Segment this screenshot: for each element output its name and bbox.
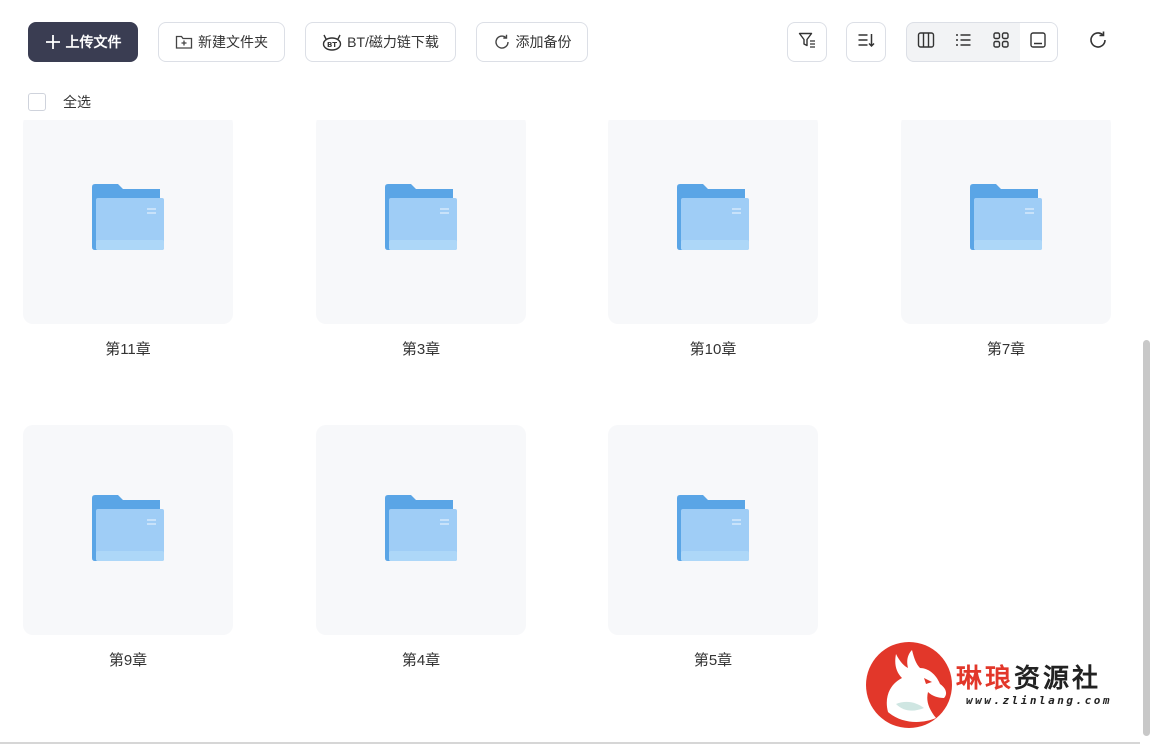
folder-name[interactable]: 第10章 — [608, 338, 818, 359]
list-icon — [954, 31, 972, 54]
toolbar: 上传文件 新建文件夹 BT BT/磁力链下载 添加备份 — [0, 0, 1152, 84]
columns-icon — [917, 31, 935, 54]
folder-icon — [92, 494, 164, 566]
folder-icon — [385, 183, 457, 255]
column-view-button[interactable] — [907, 23, 945, 61]
select-all[interactable]: 全选 — [28, 92, 91, 112]
grid-icon — [992, 31, 1010, 54]
folder-name[interactable]: 第11章 — [23, 338, 233, 359]
folder-thumbnail — [316, 425, 526, 635]
view-mode-group — [906, 22, 1058, 62]
watermark-title-red: 琳琅 — [956, 664, 1015, 694]
folder-icon — [677, 183, 749, 255]
folder-thumbnail — [608, 425, 818, 635]
watermark-title: 琳琅资源社 — [956, 658, 1101, 695]
folder-icon — [970, 183, 1042, 255]
sort-button[interactable] — [846, 22, 886, 62]
folder-card[interactable]: 第9章 — [23, 425, 233, 670]
refresh-icon — [1087, 29, 1109, 56]
watermark: 琳琅资源社 www.zlinlang.com — [866, 642, 1136, 728]
grid-view-button[interactable] — [982, 23, 1020, 61]
folder-thumbnail — [901, 120, 1111, 324]
new-folder-button[interactable]: 新建文件夹 — [158, 22, 285, 62]
folder-name[interactable]: 第3章 — [316, 338, 526, 359]
vertical-scrollbar[interactable] — [1143, 340, 1150, 736]
upload-label: 上传文件 — [65, 34, 122, 50]
folder-icon — [92, 183, 164, 255]
new-folder-label: 新建文件夹 — [198, 34, 268, 50]
plus-icon — [45, 34, 61, 50]
folder-icon — [677, 494, 749, 566]
folder-thumbnail — [316, 120, 526, 324]
bt-download-button[interactable]: BT BT/磁力链下载 — [305, 22, 456, 62]
sync-icon — [493, 33, 511, 51]
select-all-checkbox[interactable] — [28, 93, 46, 111]
preview-icon — [1029, 31, 1047, 54]
folder-thumbnail — [608, 120, 818, 324]
upload-button[interactable]: 上传文件 — [28, 22, 138, 62]
folder-icon — [385, 494, 457, 566]
folder-name[interactable]: 第9章 — [23, 649, 233, 670]
folder-thumbnail — [23, 425, 233, 635]
folder-card[interactable]: 第11章 — [23, 120, 233, 359]
filter-icon — [797, 30, 817, 55]
folder-card[interactable]: 第4章 — [316, 425, 526, 670]
preview-view-button[interactable] — [1019, 23, 1057, 61]
folder-card[interactable]: 第5章 — [608, 425, 818, 670]
bt-download-label: BT/磁力链下载 — [347, 34, 439, 50]
sort-icon — [856, 30, 876, 55]
add-backup-label: 添加备份 — [515, 34, 572, 50]
refresh-button[interactable] — [1084, 28, 1112, 56]
folder-name[interactable]: 第7章 — [901, 338, 1111, 359]
watermark-title-dark: 资源社 — [1014, 664, 1102, 694]
filter-button[interactable] — [787, 22, 827, 62]
watermark-url: www.zlinlang.com — [966, 694, 1112, 707]
folder-card[interactable]: 第10章 — [608, 120, 818, 359]
folder-thumbnail — [23, 120, 233, 324]
folder-name[interactable]: 第4章 — [316, 649, 526, 670]
list-view-button[interactable] — [945, 23, 983, 61]
select-all-label: 全选 — [63, 94, 91, 110]
add-backup-button[interactable]: 添加备份 — [476, 22, 588, 62]
dragon-logo-icon — [866, 642, 952, 728]
folder-card[interactable]: 第3章 — [316, 120, 526, 359]
folder-card[interactable]: 第7章 — [901, 120, 1111, 359]
folder-name[interactable]: 第5章 — [608, 649, 818, 670]
folder-plus-icon — [175, 34, 193, 50]
bt-icon: BT — [322, 33, 342, 51]
svg-text:BT: BT — [327, 41, 337, 49]
